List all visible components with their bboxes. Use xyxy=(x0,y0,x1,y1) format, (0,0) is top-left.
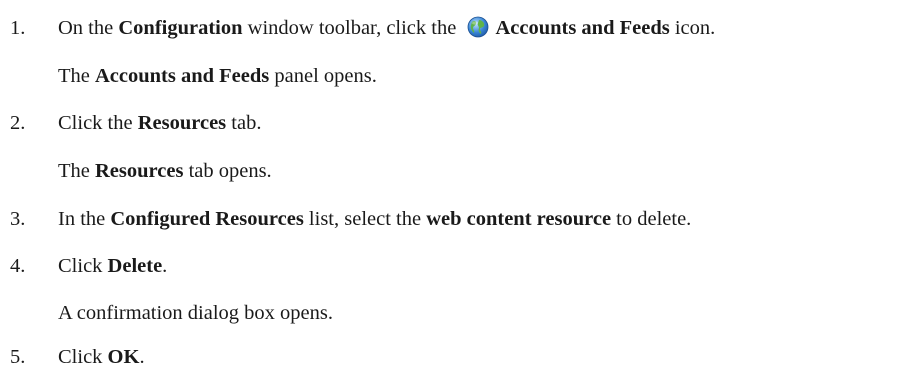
step-number: 1. xyxy=(10,17,26,39)
ui-term: Resources xyxy=(95,160,184,182)
step-text: Click OK. xyxy=(58,346,145,368)
ui-term: Resources xyxy=(137,112,227,134)
ui-term: Configuration xyxy=(118,17,243,39)
step-text: Click Delete. xyxy=(58,255,168,277)
ui-term: Accounts and Feeds xyxy=(495,17,670,39)
ui-term: Configured Resources xyxy=(110,208,304,230)
step-text: On the Configuration window toolbar, cli… xyxy=(58,16,716,39)
step-number: 2. xyxy=(10,112,26,134)
step-text: Click the Resources tab. xyxy=(58,112,262,134)
step-number: 5. xyxy=(10,346,26,368)
step-text: In the Configured Resources list, select… xyxy=(58,208,692,230)
ui-term: web content resource xyxy=(426,208,612,230)
globe-icon xyxy=(467,16,489,38)
ui-term: OK xyxy=(107,346,140,368)
ui-term: Delete xyxy=(107,255,163,277)
step-number: 4. xyxy=(10,255,26,277)
ui-term: Accounts and Feeds xyxy=(95,65,270,87)
step-number: 3. xyxy=(10,208,26,230)
